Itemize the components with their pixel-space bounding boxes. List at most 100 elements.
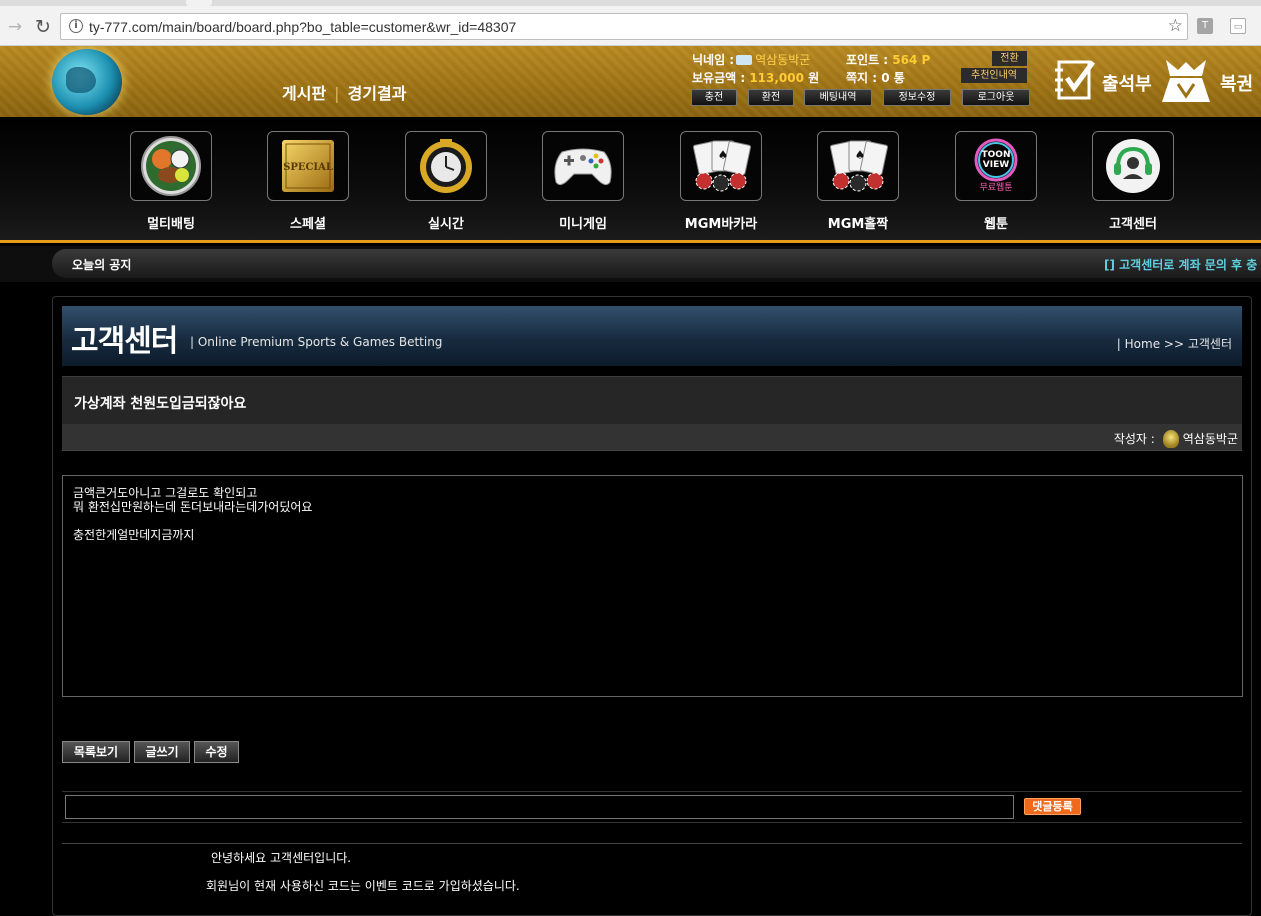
menu-icon-frame: ♠ [817,131,899,201]
cards-chips-icon: ♠ [692,140,752,192]
menu-icon-frame [1092,131,1174,201]
notice-strip: 오늘의 공지 [] 고객센터로 계좌 문의 후 충 [0,246,1261,282]
edit-button[interactable]: 수정 [194,741,239,763]
charge-button[interactable]: 충전 [691,89,737,106]
lottery-bag-icon[interactable] [1158,54,1214,110]
level-badge-icon [736,55,753,65]
menu-icon-frame [405,131,487,201]
post-title: 가상계좌 천원도입금되잖아요 [74,396,247,412]
menu-icon-frame: ♠ [680,131,762,201]
url-text[interactable]: ty-777.com/main/board/board.php?bo_table… [89,19,516,35]
post-body-line [73,514,1232,528]
reload-icon[interactable]: ↻ [32,16,54,38]
menu-item-special[interactable]: SPECIAL 스페셜 [267,131,349,232]
referral-button[interactable]: 추천인내역 [961,68,1027,83]
messages-value[interactable]: 0 통 [881,71,905,85]
page-title: 고객센터 [71,324,178,359]
author-name[interactable]: 역삼동박군 [1183,432,1238,446]
menu-label: MGM바카라 [684,217,758,232]
notice-bar [52,249,1261,278]
site-logo-globe-icon[interactable] [52,49,122,115]
translate-extension-icon[interactable]: T [1197,18,1213,34]
menu-label: 멀티배팅 [147,217,195,232]
messages-label: 쪽지 : [846,71,878,85]
menu-icon-frame: SPECIAL [267,131,349,201]
nickname-row: 닉네임 : 역삼동박군 [692,51,810,68]
withdraw-button[interactable]: 환전 [748,89,794,106]
menu-icon-frame [130,131,212,201]
menu-item-mgm-odd-even[interactable]: ♠ MGM홀짝 [817,131,899,232]
messages-row: 쪽지 : 0 통 [846,69,905,86]
reply-line: 회원님이 현재 사용하신 코드는 이벤트 코드로 가입하셨습니다. [206,879,520,893]
nav-board-link[interactable]: 게시판 [282,84,326,103]
points-value: 564 P [892,53,931,67]
reply-divider [62,843,1242,844]
top-navigation: 게시판 | 경기결과 [282,80,406,104]
notice-marquee[interactable]: [] 고객센터로 계좌 문의 후 충 [1104,256,1257,273]
balance-unit: 원 [808,71,820,85]
write-button[interactable]: 글쓰기 [134,741,190,763]
attendance-icon[interactable] [1055,58,1099,106]
back-arrow-icon[interactable]: → [4,16,26,38]
betting-history-button[interactable]: 베팅내역 [804,89,872,106]
nav-separator: | [334,84,340,103]
live-clock-icon [420,139,472,193]
cards-chips-icon: ♠ [829,140,889,192]
menu-label: MGM홀짝 [827,217,889,232]
special-badge-text: SPECIAL [283,162,333,173]
post-meta-bar: 작성자 : 역삼동박군 [62,424,1242,451]
menu-item-live[interactable]: 실시간 [405,131,487,232]
active-tab[interactable] [186,0,212,6]
toon-view-icon: TOON VIEW 무료웹툰 [974,138,1018,193]
cast-extension-icon[interactable]: ▭ [1230,18,1246,34]
balance-value: 113,000 [749,71,804,85]
menu-icon-frame: TOON VIEW 무료웹툰 [955,131,1037,201]
menu-label: 실시간 [428,217,464,232]
post-title-bar: 가상계좌 천원도입금되잖아요 [62,376,1242,424]
logout-button[interactable]: 로그아웃 [962,89,1030,106]
site-info-icon[interactable]: i [69,19,83,33]
browser-chrome: → ↻ i ty-777.com/main/board/board.php?bo… [0,0,1261,46]
menu-label: 미니게임 [559,217,607,232]
author-label: 작성자 : [1113,432,1155,446]
notice-title: 오늘의 공지 [72,258,132,272]
post-body-line: 뭐 환전십만원하는데 돈더보내라는데가어딨어요 [73,500,313,514]
toon-text-top: TOON [982,150,1011,160]
special-badge-icon: SPECIAL [282,140,334,192]
comment-submit-button[interactable]: 댓글등록 [1024,798,1081,815]
sports-balls-icon [141,136,201,196]
lottery-link[interactable]: 복권 [1220,70,1253,96]
menu-item-webtoon[interactable]: TOON VIEW 무료웹툰 웹툰 [955,131,1037,232]
address-bar[interactable]: i ty-777.com/main/board/board.php?bo_tab… [60,13,1188,40]
menu-label: 고객센터 [1109,217,1157,232]
toon-text-bottom: VIEW [983,160,1009,170]
menu-item-mgm-baccarat[interactable]: ♠ MGM바카라 [680,131,762,232]
reply-line: 안녕하세요 고객센터입니다. [211,851,352,865]
nav-results-link[interactable]: 경기결과 [348,84,407,103]
menu-item-mini-game[interactable]: 미니게임 [542,131,624,232]
menu-icon-frame [542,131,624,201]
menu-label: 스페셜 [290,217,326,232]
menu-label: 웹툰 [984,217,1008,232]
member-medal-icon [1162,430,1179,448]
svg-text:♠: ♠ [855,148,866,162]
toon-subtext: 무료웹툰 [979,182,1012,193]
edit-info-button[interactable]: 정보수정 [883,89,951,106]
breadcrumb[interactable]: | Home >> 고객센터 [1117,335,1232,352]
gamepad-icon [554,148,612,186]
game-menu: 멀티배팅 SPECIAL 스페셜 실시간 미니게임 ♠ MGM바카라 ♠ MGM… [0,117,1261,243]
list-button[interactable]: 목록보기 [62,741,130,763]
svg-text:♠: ♠ [718,148,729,162]
support-agent-icon [1106,139,1160,193]
comment-input[interactable] [65,795,1014,819]
convert-button[interactable]: 전환 [992,51,1027,66]
menu-item-multi-betting[interactable]: 멀티배팅 [130,131,212,232]
points-label: 포인트 : [846,53,889,67]
post-body: 금액큰거도아니고 그걸로도 확인되고 뭐 환전십만원하는데 돈더보내라는데가어딨… [62,475,1243,697]
menu-item-customer-center[interactable]: 고객센터 [1092,131,1174,232]
nickname-value: 역삼동박군 [755,53,811,67]
balance-label: 보유금액 : [692,71,746,85]
attendance-link[interactable]: 출석부 [1102,70,1152,96]
page-subtitle: | Online Premium Sports & Games Betting [190,335,443,349]
bookmark-star-icon[interactable]: ☆ [1168,16,1183,36]
